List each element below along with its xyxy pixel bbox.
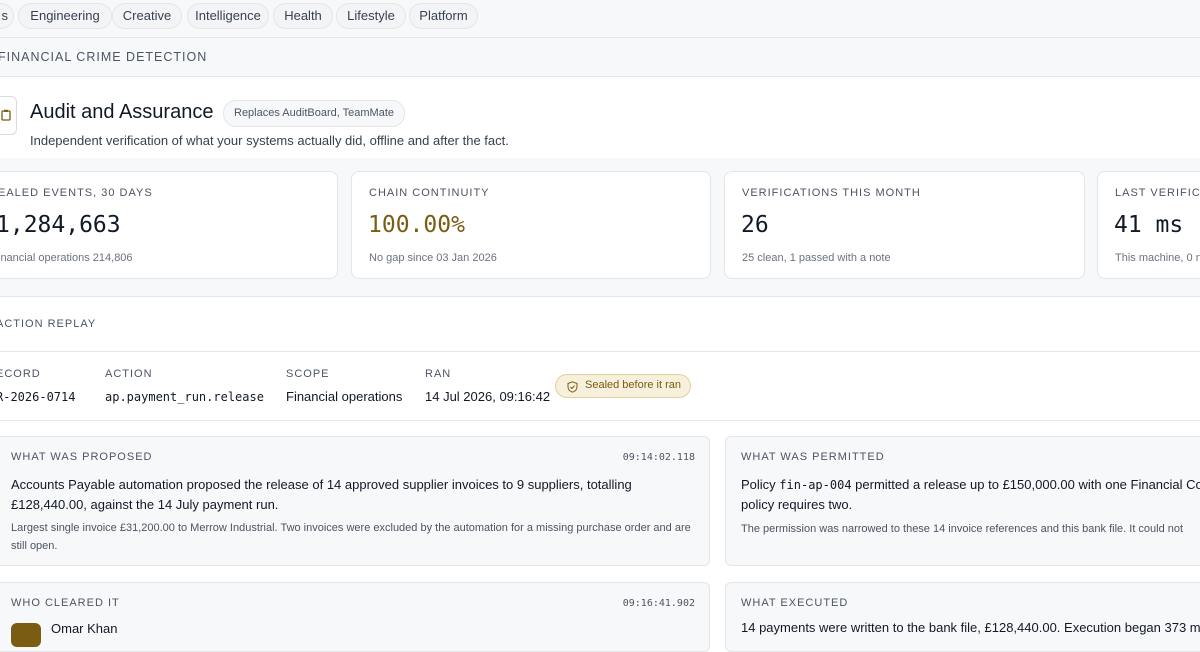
tab-intelligence[interactable]: Intelligence	[187, 3, 269, 29]
panel-body-text: policy requires two.	[741, 497, 853, 512]
panel-title: WHAT EXECUTED	[741, 597, 849, 609]
sealed-badge: Sealed before it ran	[555, 374, 691, 398]
stat-sub: 25 clean, 1 passed with a note	[742, 252, 891, 264]
stat-label: LAST VERIFICAT	[1115, 187, 1200, 199]
stat-label: EALED EVENTS, 30 DAYS	[0, 187, 153, 199]
action-label: ACTION	[105, 368, 153, 380]
action-replay-title: ACTION REPLAY	[0, 318, 97, 330]
panel-body: 14 payments were written to the bank fil…	[741, 620, 1200, 635]
record-value: R-2026-0714	[0, 390, 76, 404]
stat-sub: inancial operations 214,806	[0, 252, 133, 264]
panel-note: Largest single invoice £31,200.00 to Mer…	[11, 522, 691, 552]
tab-health[interactable]: Health	[273, 3, 333, 29]
cleared-by-name: Omar Khan	[51, 621, 118, 636]
product-description: Independent verification of what your sy…	[30, 133, 509, 148]
stat-sub: No gap since 03 Jan 2026	[369, 252, 497, 264]
product-title: Audit and Assurance	[30, 101, 214, 123]
panel-body-text: Policy	[741, 477, 780, 492]
panel-body: Accounts Payable automation proposed the…	[11, 477, 632, 512]
tab-partial[interactable]: s	[0, 3, 14, 29]
tab-lifestyle[interactable]: Lifestyle	[336, 3, 406, 29]
scope-label: SCOPE	[286, 368, 330, 380]
policy-code: fin-ap-004	[779, 478, 852, 492]
panel-what-was-proposed: WHAT WAS PROPOSED 09:14:02.118 Accounts …	[0, 436, 710, 566]
panel-what-was-permitted: WHAT WAS PERMITTED Policy fin-ap-004 per…	[725, 436, 1200, 566]
record-label: ECORD	[0, 368, 41, 380]
shield-check-icon	[567, 381, 578, 393]
tab-engineering[interactable]: Engineering	[18, 3, 112, 29]
stat-label: CHAIN CONTINUITY	[369, 187, 490, 199]
replaces-badge: Replaces AuditBoard, TeamMate	[223, 100, 405, 127]
action-value: ap.payment_run.release	[105, 390, 264, 404]
panel-what-executed: WHAT EXECUTED 14 payments were written t…	[725, 582, 1200, 652]
section-header: FINANCIAL CRIME DETECTION	[0, 38, 1200, 77]
stat-value: 1,284,663	[0, 212, 121, 238]
product-icon-box	[0, 96, 17, 135]
clipboard-icon	[1, 109, 11, 121]
panel-body-text: permitted a release up to £150,000.00 wi…	[851, 477, 1200, 492]
stat-value: 26	[741, 212, 769, 238]
stat-card-sealed-events: EALED EVENTS, 30 DAYS 1,284,663 inancial…	[0, 171, 338, 279]
panel-timestamp: 09:14:02.118	[622, 452, 695, 463]
section-title: FINANCIAL CRIME DETECTION	[0, 50, 208, 64]
scope-value: Financial operations	[286, 389, 403, 404]
avatar	[11, 623, 41, 647]
sealed-badge-label: Sealed before it ran	[585, 379, 682, 391]
stat-card-verifications: VERIFICATIONS THIS MONTH 26 25 clean, 1 …	[724, 171, 1085, 279]
stat-value: 41 ms	[1114, 212, 1184, 238]
panel-title: WHO CLEARED IT	[11, 597, 120, 609]
stat-label: VERIFICATIONS THIS MONTH	[742, 187, 921, 199]
stat-card-last-verification: LAST VERIFICAT 41 ms This machine, 0 n	[1097, 171, 1200, 279]
panel-note: The permission was narrowed to these 14 …	[741, 523, 1184, 535]
stat-value: 100.00%	[368, 212, 465, 238]
ran-value: 14 Jul 2026, 09:16:42	[425, 389, 551, 404]
panel-who-cleared-it: WHO CLEARED IT 09:16:41.902 Omar Khan	[0, 582, 710, 652]
tab-creative[interactable]: Creative	[112, 3, 182, 29]
divider	[0, 420, 1200, 421]
ran-label: RAN	[425, 368, 452, 380]
action-replay-header: ACTION REPLAY	[0, 297, 1200, 352]
panel-timestamp: 09:16:41.902	[622, 598, 695, 609]
stat-sub: This machine, 0 n	[1115, 252, 1200, 264]
panel-title: WHAT WAS PROPOSED	[11, 451, 153, 463]
stat-card-chain-continuity: CHAIN CONTINUITY 100.00% No gap since 03…	[351, 171, 711, 279]
panel-body: Policy fin-ap-004 permitted a release up…	[741, 475, 1200, 515]
tab-platform[interactable]: Platform	[409, 3, 478, 29]
panel-title: WHAT WAS PERMITTED	[741, 451, 885, 463]
category-tab-bar: s Engineering Creative Intelligence Heal…	[0, 0, 1200, 38]
